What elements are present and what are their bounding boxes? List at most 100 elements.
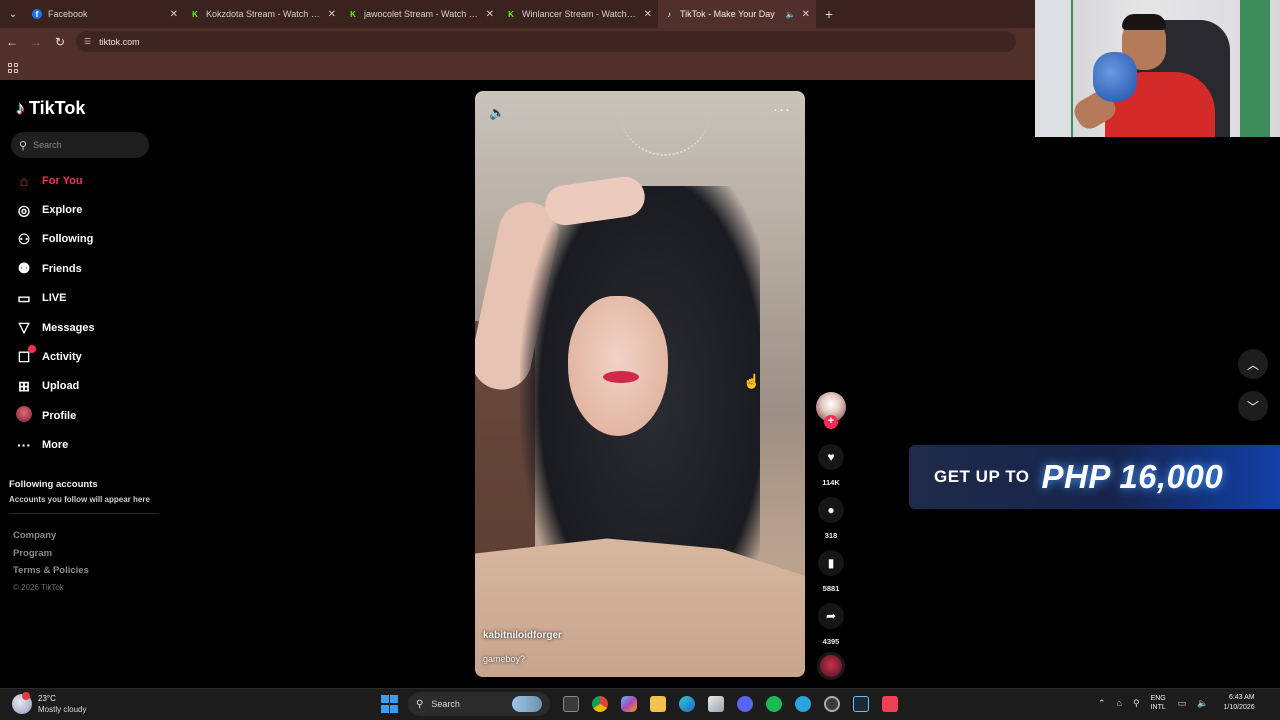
search-icon: ⚲ <box>19 139 28 152</box>
follow-plus-icon[interactable]: + <box>824 415 838 429</box>
tab-jawocolet[interactable]: K jawocolet Stream - Watch Live ✕ <box>342 0 500 28</box>
close-icon[interactable]: ✕ <box>486 9 494 20</box>
nav-more[interactable]: ··· More <box>14 431 164 460</box>
apps-grid-icon[interactable] <box>8 62 18 73</box>
mouse-cursor: ☝ <box>743 373 761 389</box>
footer-link-terms[interactable]: Terms & Policies <box>13 565 89 583</box>
nav-label: Friends <box>42 262 82 275</box>
back-button[interactable]: ← <box>0 28 24 55</box>
facebook-icon: f <box>32 9 42 19</box>
nav-live[interactable]: ▭ LIVE <box>14 284 164 313</box>
close-icon[interactable]: ✕ <box>802 9 810 20</box>
profile-avatar <box>14 406 34 425</box>
display-icon[interactable]: ▭ <box>1178 698 1187 709</box>
music-disc-avatar[interactable] <box>817 652 845 680</box>
copilot-icon[interactable] <box>614 692 643 716</box>
like-count: 114K <box>822 478 840 487</box>
tab-search-icon[interactable]: ⌄ <box>0 0 26 28</box>
taskbar-search-label: Search <box>431 699 460 709</box>
chrome-icon[interactable] <box>585 692 614 716</box>
windows-taskbar: 23°C Mostly cloudy ⚲ Search ⌃ ⌂ ⚲ ENG IN… <box>0 688 1280 720</box>
nav-messages[interactable]: ▽ Messages <box>14 313 164 342</box>
activity-icon: ☐ <box>14 344 36 366</box>
ad-amount: PHP 16,000 <box>1041 458 1224 495</box>
forward-button[interactable]: → <box>24 28 48 55</box>
search-input[interactable] <box>33 140 134 150</box>
pocket-icon[interactable] <box>875 692 904 716</box>
nav-label: Activity <box>42 351 82 364</box>
nav-upload[interactable]: ⊞ Upload <box>14 372 164 401</box>
following-accounts-hint: Accounts you follow will appear here <box>9 495 150 504</box>
tab-tiktok[interactable]: ♪ TikTok - Make Your Day 🔈 ✕ <box>658 0 816 28</box>
more-options-icon[interactable]: ··· <box>773 101 791 118</box>
url-field[interactable]: ☰ tiktok.com <box>76 31 1016 52</box>
taskbar-search[interactable]: ⚲ Search <box>408 692 550 716</box>
tiktok-logo-icon: ♪ <box>16 98 25 118</box>
site-info-icon[interactable]: ☰ <box>84 37 91 46</box>
nav-label: LIVE <box>42 292 67 305</box>
nav-label: Messages <box>42 321 95 334</box>
tab-kokzdota[interactable]: K Kokzdota Stream - Watch Live ✕ <box>184 0 342 28</box>
new-tab-button[interactable]: + <box>816 0 842 28</box>
share-icon[interactable]: ➦ <box>818 603 844 629</box>
steam-icon[interactable] <box>846 692 875 716</box>
clock[interactable]: 6:43 AM 1/10/2026 <box>1223 693 1254 713</box>
comment-icon[interactable]: ● <box>818 497 844 523</box>
comment-count: 318 <box>824 531 838 540</box>
chevron-up-icon[interactable]: ⌃ <box>1098 698 1106 709</box>
tab-winlancer[interactable]: K Winlancer Stream - Watch Live ✕ <box>500 0 658 28</box>
tiktok-logo[interactable]: ♪ TikTok <box>16 98 85 119</box>
edge-icon[interactable] <box>672 692 701 716</box>
heart-icon[interactable]: ♥ <box>818 444 844 470</box>
task-view-icon[interactable] <box>556 692 585 716</box>
comment-action[interactable]: ● 318 <box>815 497 847 540</box>
ad-banner[interactable]: GET UP TO PHP 16,000 <box>909 445 1280 509</box>
microphone-icon[interactable]: ⚲ <box>1133 698 1140 709</box>
footer-links: Company Program Terms & Policies <box>13 530 89 583</box>
webcam-overlay <box>1035 0 1280 137</box>
close-icon[interactable]: ✕ <box>170 9 178 20</box>
spotify-icon[interactable] <box>759 692 788 716</box>
previous-video-button[interactable]: ︿ <box>1238 349 1268 379</box>
discord-icon[interactable] <box>730 692 759 716</box>
store-icon[interactable] <box>701 692 730 716</box>
search-box[interactable]: ⚲ <box>11 132 149 158</box>
tiktok-sidebar: ♪ TikTok ⚲ ⌂ For You ◎ Explore ⚇ Followi… <box>0 80 170 688</box>
reload-button[interactable]: ↻ <box>48 28 72 55</box>
kick-icon: K <box>350 9 356 19</box>
share-action[interactable]: ➦ 4395 <box>815 603 847 646</box>
volume-icon[interactable]: 🔈 <box>489 105 505 121</box>
nav-friends[interactable]: ⚉ Friends <box>14 254 164 283</box>
close-icon[interactable]: ✕ <box>644 9 652 20</box>
creator-avatar[interactable]: + <box>816 392 846 429</box>
speaker-icon[interactable]: 🔈 <box>786 10 796 19</box>
nav-activity[interactable]: ☐ Activity <box>14 342 164 371</box>
file-explorer-icon[interactable] <box>643 692 672 716</box>
gear-icon[interactable] <box>817 692 846 716</box>
weather-desc: Mostly cloudy <box>38 705 87 714</box>
tab-label: Kokzdota Stream - Watch Live <box>206 9 322 19</box>
bookmark-icon[interactable]: ▮ <box>818 550 844 576</box>
close-icon[interactable]: ✕ <box>328 9 336 20</box>
footer-link-program[interactable]: Program <box>13 548 89 566</box>
footer-link-company[interactable]: Company <box>13 530 89 548</box>
video-author[interactable]: kabitniloidforger <box>483 630 562 641</box>
next-video-button[interactable]: ﹀ <box>1238 391 1268 421</box>
nav-profile[interactable]: Profile <box>14 401 164 430</box>
weather-widget[interactable]: 23°C Mostly cloudy <box>12 692 87 715</box>
network-icon[interactable]: ⌂ <box>1117 698 1122 708</box>
nav-following[interactable]: ⚇ Following <box>14 225 164 254</box>
telegram-icon[interactable] <box>788 692 817 716</box>
tab-label: Winlancer Stream - Watch Live <box>522 9 638 19</box>
kick-icon: K <box>508 9 514 19</box>
language-indicator[interactable]: ENG INTL <box>1151 694 1166 712</box>
like-action[interactable]: ♥ 114K <box>815 444 847 487</box>
ad-prefix: GET UP TO <box>934 467 1030 486</box>
nav-explore[interactable]: ◎ Explore <box>14 195 164 224</box>
volume-icon[interactable]: 🔈 <box>1197 698 1208 709</box>
nav-for-you[interactable]: ⌂ For You <box>14 166 164 195</box>
save-action[interactable]: ▮ 5881 <box>815 550 847 593</box>
nav-label: Upload <box>42 380 80 393</box>
windows-start-icon[interactable] <box>378 692 402 716</box>
tab-facebook[interactable]: f Facebook ✕ <box>26 0 184 28</box>
